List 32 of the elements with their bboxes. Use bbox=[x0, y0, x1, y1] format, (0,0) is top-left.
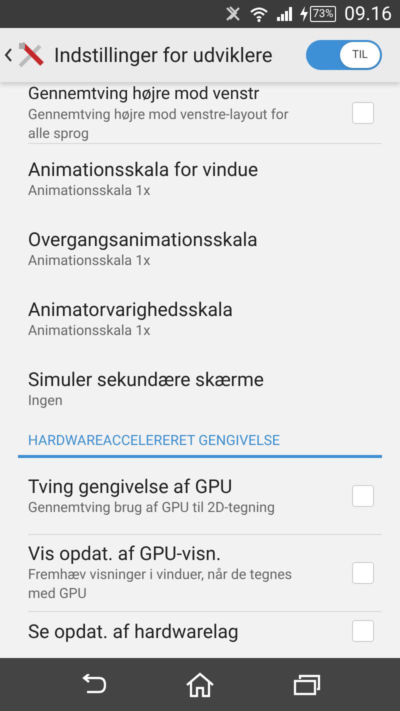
checkbox[interactable] bbox=[352, 102, 374, 124]
setting-summary: Animationsskala 1x bbox=[28, 322, 152, 340]
tools-icon bbox=[16, 40, 46, 70]
checkbox[interactable] bbox=[352, 620, 374, 642]
screen-title: Indstillinger for udviklere bbox=[54, 42, 274, 69]
back-caret-icon[interactable] bbox=[4, 48, 12, 62]
setting-title[interactable]: Vis opdat. af GPU-visn. bbox=[28, 542, 344, 566]
setting-summary: Animationsskala 1x bbox=[28, 252, 152, 270]
setting-title[interactable]: Gennemtving højre mod venstr bbox=[28, 82, 344, 106]
toggle-switch[interactable]: TIL bbox=[306, 40, 382, 70]
checkbox[interactable] bbox=[352, 562, 374, 584]
signal-icon bbox=[276, 6, 292, 22]
setting-summary: Animationsskala 1x bbox=[28, 182, 152, 200]
setting-title[interactable]: Animationsskala for vindue bbox=[28, 158, 382, 182]
checkbox[interactable] bbox=[352, 485, 374, 507]
section-header: HARDWAREACCELERERET GENGIVELSE bbox=[28, 432, 281, 451]
home-icon[interactable] bbox=[185, 672, 215, 698]
setting-summary: Fremhæv visninger i vinduer, når de tegnes med GPU bbox=[28, 566, 294, 604]
setting-summary: Gennemtving brug af GPU til 2D-tegning bbox=[28, 498, 276, 518]
setting-title[interactable]: Tving gengivelse af GPU bbox=[28, 474, 344, 498]
battery-level: 73% bbox=[310, 6, 336, 22]
setting-title[interactable]: Simuler sekundære skærme bbox=[28, 368, 382, 392]
setting-title[interactable]: Overgangsanimationsskala bbox=[28, 228, 382, 252]
setting-title[interactable]: Animatorvarighedsskala bbox=[28, 298, 382, 322]
setting-summary: Gennemtving højre mod venstre-layout for alle sprog bbox=[28, 106, 290, 144]
bluetooth-off-icon bbox=[224, 5, 242, 23]
clock: 09.16 bbox=[344, 0, 392, 27]
recent-apps-icon[interactable] bbox=[293, 674, 321, 696]
setting-summary: Ingen bbox=[28, 392, 64, 410]
charging-icon bbox=[300, 6, 308, 22]
setting-title[interactable]: Se opdat. af hardwarelag bbox=[28, 620, 344, 644]
wifi-icon bbox=[250, 6, 268, 22]
